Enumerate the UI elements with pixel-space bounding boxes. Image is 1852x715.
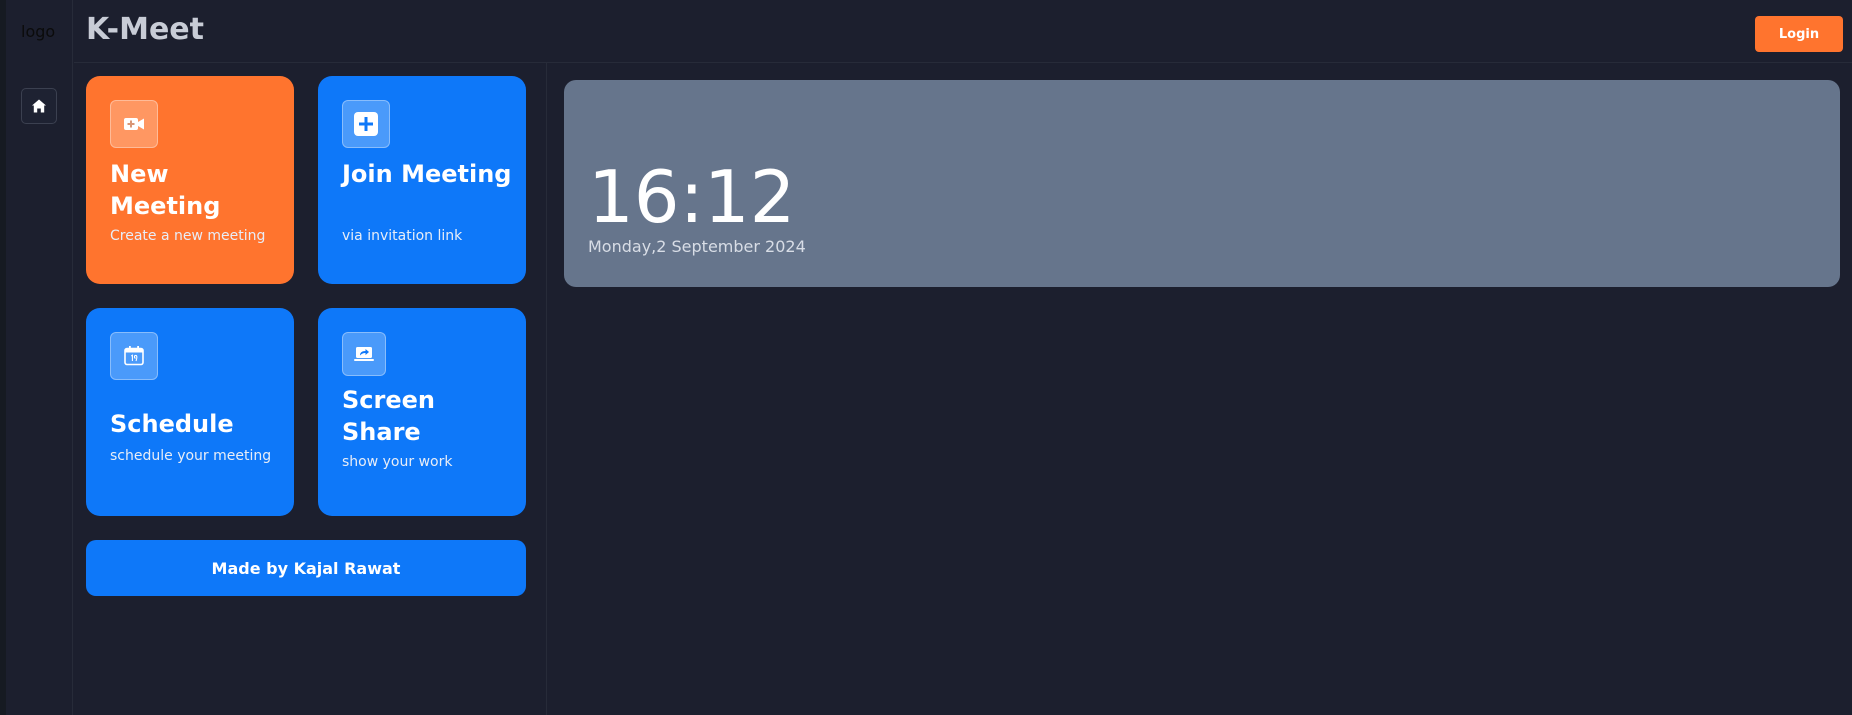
clock-date: Monday,2 September 2024 (588, 237, 806, 256)
card-title: New Meeting (110, 160, 221, 220)
app-title: K-Meet (86, 12, 204, 47)
card-title: Join Meeting (342, 160, 512, 188)
card-subtitle: Create a new meeting (110, 228, 266, 244)
clock-card: 16:12 Monday,2 September 2024 (564, 80, 1840, 287)
card-subtitle: show your work (342, 454, 453, 470)
plus-square-icon (342, 100, 390, 148)
card-subtitle: via invitation link (342, 228, 463, 244)
login-button[interactable]: Login (1755, 16, 1843, 52)
top-bar: K-Meet Login (74, 0, 1852, 63)
actions-panel: New Meeting Create a new meeting Join Me… (74, 63, 547, 715)
card-subtitle: schedule your meeting (110, 448, 272, 464)
home-icon (32, 99, 46, 113)
video-plus-icon (110, 100, 158, 148)
screen-share-icon (342, 332, 386, 376)
join-meeting-card[interactable]: Join Meeting via invitation link (318, 76, 526, 284)
home-button[interactable] (21, 88, 57, 124)
logo: logo (21, 22, 56, 41)
schedule-card[interactable]: Schedule schedule your meeting (86, 308, 294, 516)
calendar-icon (110, 332, 158, 380)
new-meeting-card[interactable]: New Meeting Create a new meeting (86, 76, 294, 284)
sidebar: logo (6, 0, 73, 715)
screen-share-card[interactable]: Screen Share show your work (318, 308, 526, 516)
made-by-button[interactable]: Made by Kajal Rawat (86, 540, 526, 596)
clock-time: 16:12 (588, 155, 796, 239)
card-title: Schedule (110, 410, 234, 438)
card-title: Screen Share (342, 386, 435, 446)
